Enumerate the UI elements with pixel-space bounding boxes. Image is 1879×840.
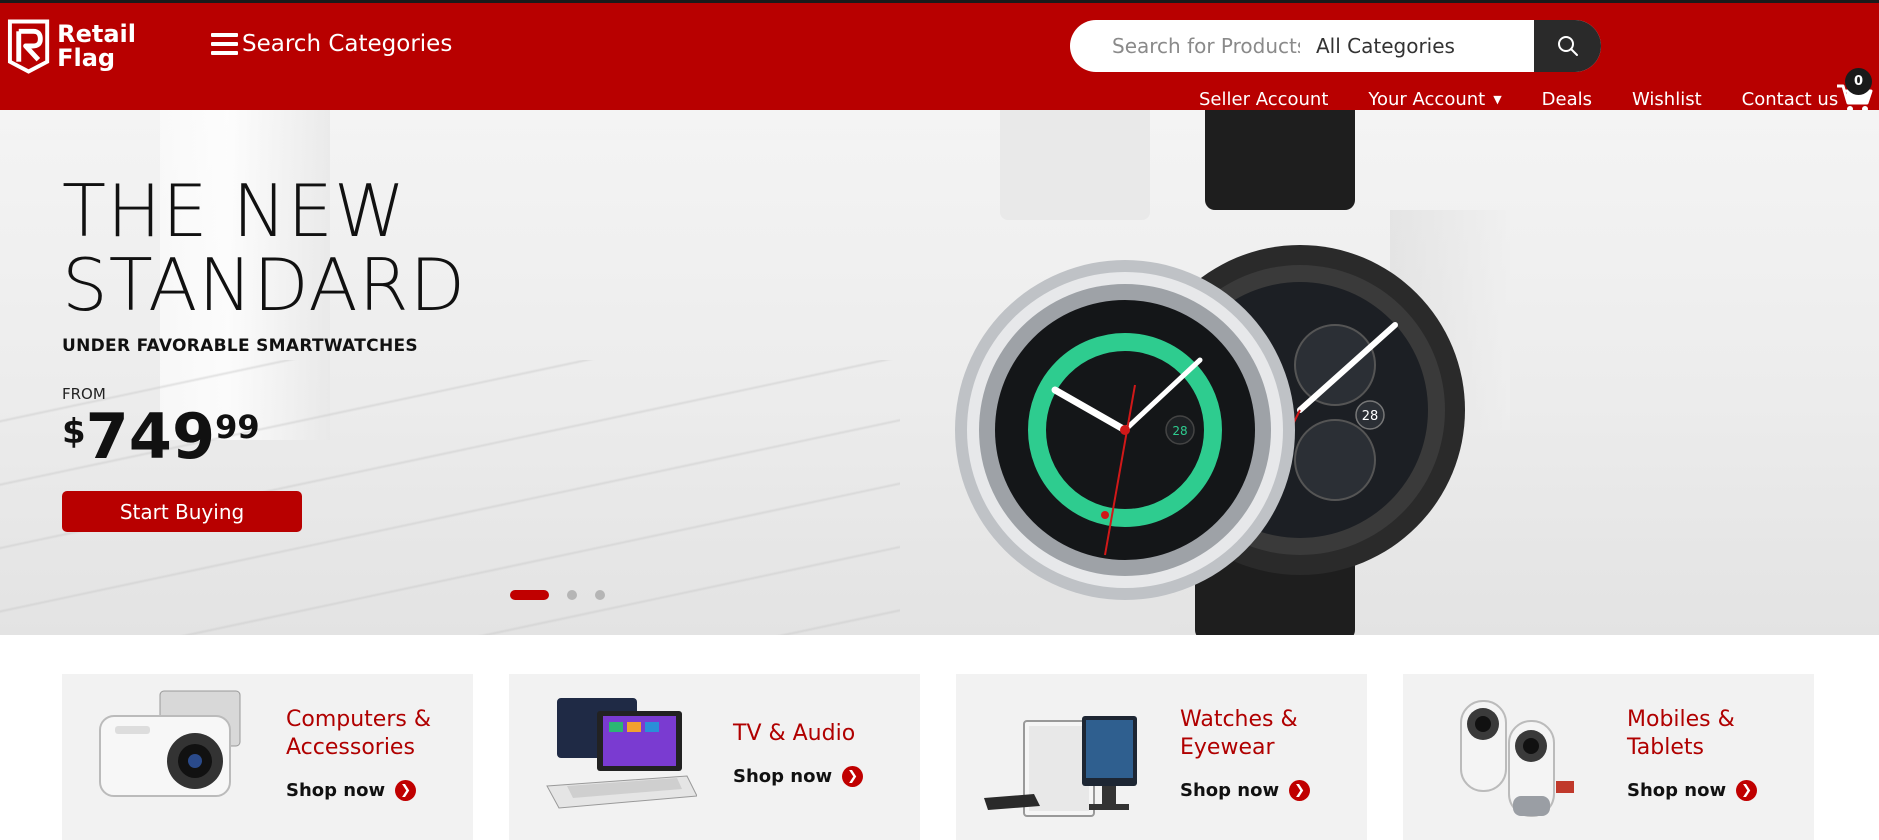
shop-now-label: Shop now [733,766,833,787]
chevron-down-icon: ▼ [1493,93,1502,106]
shop-now-link[interactable]: Shop now ❯ [1180,780,1311,801]
nav-seller-account[interactable]: Seller Account [1199,89,1328,110]
category-card-computers[interactable]: Computers & Accessories Shop now ❯ [62,674,473,840]
nav-label: Deals [1541,89,1593,110]
arrow-right-icon: ❯ [1289,780,1311,801]
hero-banner: THE NEW STANDARD UNDER FAVORABLE SMARTWA… [0,110,1879,635]
price-whole: 749 [85,400,216,473]
nav-deals[interactable]: Deals [1542,89,1592,110]
category-title: TV & Audio [733,721,856,746]
nav-label: Your Account [1368,89,1486,110]
logo-flag-icon [7,19,50,74]
logo-text: Retail Flag [57,22,136,70]
category-select-value: All Categories [1316,34,1455,58]
shop-now-label: Shop now [1627,780,1727,801]
nav-wishlist[interactable]: Wishlist [1632,89,1702,110]
top-nav: Seller Account Your Account ▼ Deals Wish… [1199,89,1878,110]
hero-title-line-2: STANDARD [62,243,467,327]
shop-now-link[interactable]: Shop now ❯ [1627,780,1758,801]
arrow-right-icon: ❯ [842,766,864,787]
price-cents: 99 [215,408,260,446]
logo-line-1: Retail [57,20,136,48]
hamburger-icon [211,33,238,55]
carousel-dots [510,590,623,600]
category-title: Computers & Accessories [286,707,431,760]
hero-title: THE NEW STANDARD [62,174,466,322]
camera-image [99,690,241,797]
category-title: Watches & Eyewear [1180,707,1298,760]
black-watch-date: 28 [1362,409,1379,424]
shop-now-link[interactable]: Shop now ❯ [733,766,864,787]
nav-contact-us[interactable]: Contact us [1742,89,1839,110]
white-watch-date: 28 [1172,424,1187,438]
carousel-dot-3[interactable] [595,590,605,600]
nav-label: Seller Account [1199,89,1329,110]
shop-now-link[interactable]: Shop now ❯ [286,780,417,801]
site-logo[interactable]: Retail Flag [6,17,136,75]
360-camera-image [1460,700,1574,817]
search-categories-button[interactable]: Search Categories [211,31,452,57]
logo-line-2: Flag [57,44,116,72]
category-card-mobiles[interactable]: Mobiles & Tablets Shop now ❯ [1403,674,1814,840]
hero-subtitle: UNDER FAVORABLE SMARTWATCHES [62,336,418,356]
category-card-tv-audio[interactable]: TV & Audio Shop now ❯ [509,674,920,840]
search-icon [1557,36,1578,56]
nav-label: Contact us [1741,89,1839,110]
search-button[interactable] [1534,20,1601,72]
price-currency: $ [62,412,86,452]
search-input[interactable] [1070,20,1300,72]
start-buying-button[interactable]: Start Buying [62,491,302,532]
nav-your-account[interactable]: Your Account ▼ [1368,89,1501,110]
carousel-dot-1[interactable] [510,590,549,600]
category-select[interactable]: All Categories [1300,20,1525,72]
hero-price: $ 749 99 [62,402,260,472]
desktop-pc-image [984,716,1137,817]
nav-label: Wishlist [1632,89,1702,110]
search-categories-label: Search Categories [242,31,453,57]
shop-now-label: Shop now [286,780,386,801]
top-header: Retail Flag Search Categories All Catego… [0,0,1879,112]
arrow-right-icon: ❯ [395,780,417,801]
shop-now-label: Shop now [1180,780,1280,801]
smartwatches-image: 28 28 [955,110,1465,635]
category-card-watches[interactable]: Watches & Eyewear Shop now ❯ [956,674,1367,840]
search-bar: All Categories [1070,20,1601,72]
cart-count-badge: 0 [1845,68,1872,95]
category-title: Mobiles & Tablets [1627,707,1735,760]
hero-title-line-1: THE NEW [62,169,407,253]
laptop-tablet-image [546,698,697,809]
category-cards: Computers & Accessories Shop now ❯ TV & … [62,674,1814,840]
carousel-dot-2[interactable] [567,590,577,600]
arrow-right-icon: ❯ [1736,780,1758,801]
